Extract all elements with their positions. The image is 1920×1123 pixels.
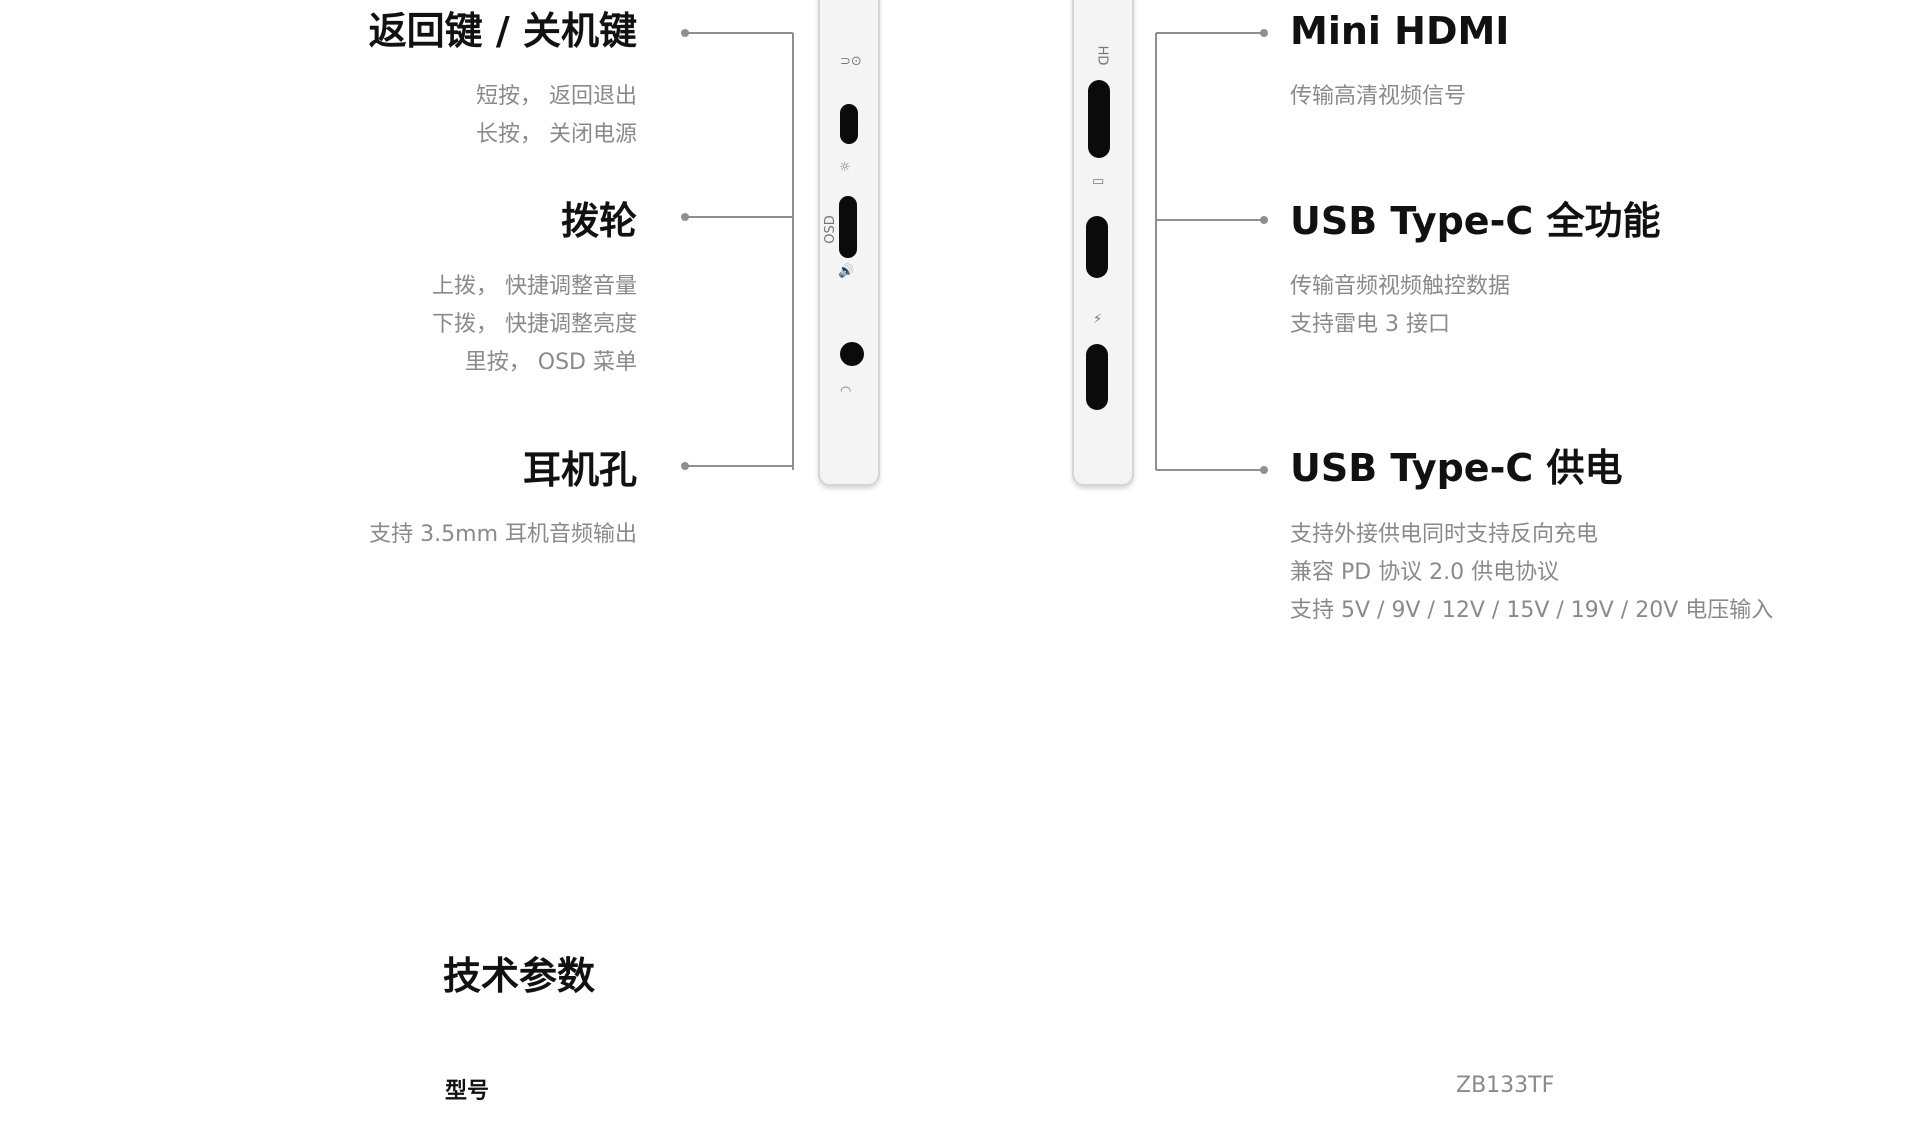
feature-desc-headphone: 支持 3.5mm 耳机音频输出 [369, 516, 637, 554]
feature-title-headphone: 耳机孔 [522, 448, 637, 492]
monitor-right-side: HD ▭ ⚡ [1072, 0, 1134, 486]
usb-c-power-port [1086, 344, 1108, 410]
feature-title-wheel: 拨轮 [560, 199, 637, 243]
brightness-icon: ☼ [839, 160, 851, 175]
mini-hdmi-port [1088, 80, 1110, 158]
spec-value-model: ZB133TF [1456, 1073, 1555, 1098]
left-connector-lines [681, 29, 794, 470]
feature-title-usbc-power: USB Type-C 供电 [1290, 446, 1623, 490]
osd-label: OSD [822, 215, 838, 244]
desc-line: 里按， OSD 菜单 [464, 350, 637, 375]
display-icon: ▭ [1092, 174, 1105, 189]
feature-title-usbc-full: USB Type-C 全功能 [1290, 199, 1661, 243]
volume-icon: 🔊 [838, 264, 855, 279]
feature-desc-back-power: 短按， 返回退出 长按， 关闭电源 [476, 78, 637, 154]
desc-line: 长按， 关闭电源 [476, 122, 637, 147]
feature-title-mini-hdmi: Mini HDMI [1290, 9, 1510, 53]
feature-desc-usbc-full: 传输音频视频触控数据 支持雷电 3 接口 [1290, 268, 1510, 344]
desc-line: 支持 3.5mm 耳机音频输出 [369, 522, 637, 547]
monitor-left-side: ⊃⊙ ☼ OSD 🔊 ◠ [818, 0, 880, 486]
desc-line: 支持外接供电同时支持反向充电 [1290, 522, 1599, 547]
desc-line: 传输高清视频信号 [1290, 84, 1467, 109]
desc-line: 支持雷电 3 接口 [1290, 312, 1450, 337]
specs-title: 技术参数 [443, 954, 596, 998]
desc-line: 下拨， 快捷调整亮度 [432, 312, 637, 337]
spec-label-model: 型号 [445, 1079, 490, 1104]
desc-line: 上拨， 快捷调整音量 [432, 274, 637, 299]
headphone-icon: ◠ [840, 384, 852, 399]
desc-line: 短按， 返回退出 [476, 84, 637, 109]
desc-line: 兼容 PD 协议 2.0 供电协议 [1290, 560, 1560, 585]
feature-title-back-power: 返回键 / 关机键 [368, 9, 637, 53]
feature-desc-usbc-power: 支持外接供电同时支持反向充电 兼容 PD 协议 2.0 供电协议 支持 5V /… [1290, 516, 1773, 630]
return-power-button [840, 104, 858, 144]
feature-desc-mini-hdmi: 传输高清视频信号 [1290, 78, 1466, 116]
power-return-symbol: ⊃⊙ [840, 54, 862, 69]
thunderbolt-icon: ⚡ [1093, 312, 1103, 327]
desc-line: 支持 5V / 9V / 12V / 15V / 19V / 20V 电压输入 [1290, 598, 1774, 623]
hd-label: HD [1094, 45, 1110, 66]
right-connector-lines [1155, 29, 1268, 474]
headphone-jack [840, 342, 864, 366]
scroll-wheel [839, 196, 857, 258]
desc-line: 传输音频视频触控数据 [1290, 274, 1511, 299]
usb-c-full-port [1086, 216, 1108, 278]
feature-desc-wheel: 上拨， 快捷调整音量 下拨， 快捷调整亮度 里按， OSD 菜单 [432, 268, 637, 382]
